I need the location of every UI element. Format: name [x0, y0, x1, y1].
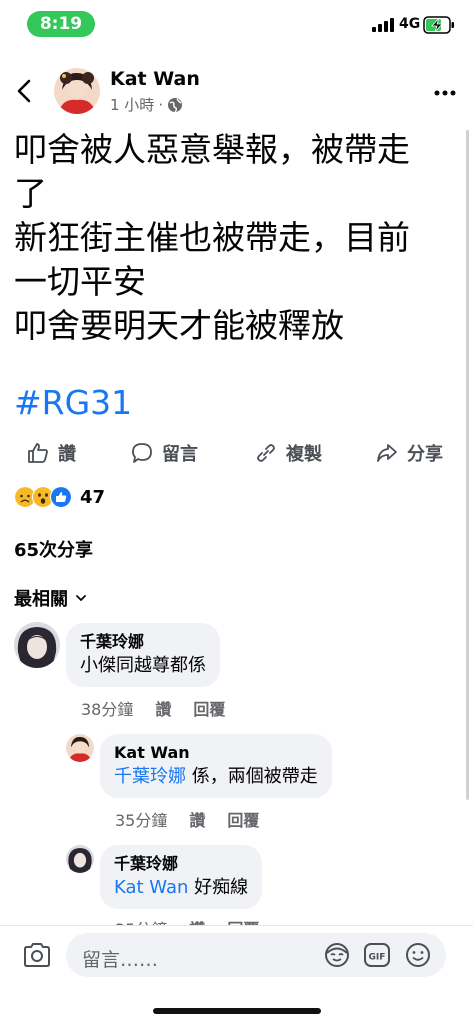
comment-text: 小傑同越尊都係: [80, 655, 206, 676]
thumbs-up-icon: [28, 443, 48, 463]
comment-meta: 38分鐘 讚 回覆: [81, 696, 225, 720]
comment-bubble[interactable]: 千葉玲娜 小傑同越尊都係: [66, 623, 220, 687]
share-count[interactable]: 65次分享: [14, 536, 93, 562]
more-options-icon[interactable]: [434, 82, 456, 104]
post-time[interactable]: 1 小時: [110, 94, 154, 115]
author-avatar[interactable]: [54, 68, 100, 114]
comment-author[interactable]: 千葉玲娜: [80, 631, 206, 653]
reply-avatar[interactable]: [66, 734, 94, 762]
like-button[interactable]: 讚: [26, 440, 76, 466]
post-author-name[interactable]: Kat Wan: [110, 68, 200, 90]
chevron-down-icon: [76, 595, 86, 602]
scrollbar[interactable]: [466, 130, 469, 800]
link-icon: [257, 444, 275, 462]
svg-text:GIF: GIF: [369, 953, 386, 963]
reply-meta: 35分鐘 讚 回覆: [115, 807, 259, 831]
home-indicator[interactable]: [153, 1008, 321, 1014]
post-meta: 1 小時 ·: [110, 94, 183, 115]
reply-body: 好痴線: [188, 877, 249, 898]
reply-like-button[interactable]: 讚: [189, 807, 205, 831]
network-label: 4G: [399, 16, 421, 32]
comment-label: 留言: [162, 444, 198, 465]
reply-text: Kat Wan 好痴線: [114, 875, 248, 901]
reaction-count: 47: [80, 486, 106, 508]
reply-body: 係，兩個被帶走: [186, 766, 318, 787]
post-text: 叩舍被人惡意舉報，被帶走 了 新狂街主催也被帶走，目前 一切平安 叩舍要明天才能…: [14, 130, 410, 345]
reply-time: 35分鐘: [115, 811, 168, 830]
reaction-summary[interactable]: 47: [14, 486, 105, 508]
status-time: 8:19: [27, 11, 95, 37]
reply-avatar[interactable]: [66, 845, 94, 873]
mention-tag[interactable]: Kat Wan: [114, 877, 188, 898]
comment-like-button[interactable]: 讚: [155, 696, 171, 720]
commenter-avatar[interactable]: [14, 622, 60, 668]
share-arrow-icon: [377, 444, 397, 462]
reply-bubble[interactable]: 千葉玲娜 Kat Wan 好痴線: [100, 845, 263, 909]
gif-icon[interactable]: GIF: [363, 942, 391, 968]
reply-reply-button[interactable]: 回覆: [227, 807, 259, 831]
share-button[interactable]: 分享: [375, 440, 443, 466]
comment-icon: [132, 443, 152, 463]
comment-reply-button[interactable]: 回覆: [193, 696, 225, 720]
comment-button[interactable]: 留言: [130, 440, 198, 466]
reply-bubble[interactable]: Kat Wan 千葉玲娜 係，兩個被帶走: [100, 734, 332, 798]
battery-charging-icon: [423, 16, 454, 34]
globe-icon: [168, 97, 183, 112]
copy-label: 複製: [286, 444, 322, 465]
reply-text: 千葉玲娜 係，兩個被帶走: [114, 764, 318, 790]
comment-time: 38分鐘: [81, 700, 134, 719]
avatar-sticker-icon[interactable]: [324, 942, 350, 968]
copy-button[interactable]: 複製: [254, 440, 322, 466]
signal-icon: [372, 18, 394, 32]
mention-tag[interactable]: 千葉玲娜: [114, 766, 186, 787]
emoji-icon[interactable]: [405, 942, 431, 968]
meta-separator: ·: [158, 95, 164, 114]
share-label: 分享: [407, 444, 443, 465]
back-arrow-icon[interactable]: [14, 74, 36, 108]
like-label: 讚: [58, 444, 76, 465]
comment-sort-dropdown[interactable]: 最相關: [14, 585, 88, 611]
comment-input-placeholder: 留言……: [82, 949, 159, 971]
reply-author[interactable]: Kat Wan: [114, 742, 318, 764]
camera-icon[interactable]: [22, 941, 52, 969]
reply-author[interactable]: 千葉玲娜: [114, 853, 248, 875]
post-hashtag[interactable]: #RG31: [14, 383, 132, 422]
sort-label: 最相關: [14, 589, 68, 610]
like-reaction-icon: [50, 486, 72, 508]
